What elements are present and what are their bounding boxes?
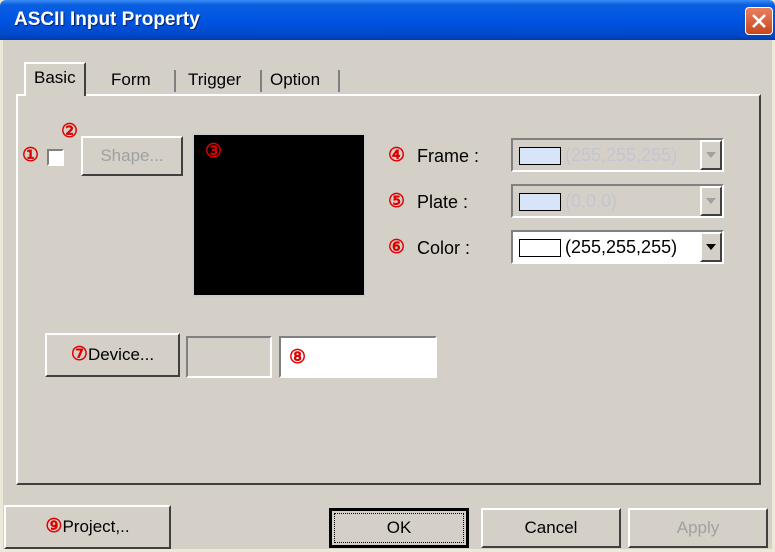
- chevron-down-icon: [706, 152, 716, 158]
- tab-divider: [174, 70, 176, 92]
- color-select[interactable]: (255,255,255): [511, 230, 724, 264]
- device-address-field[interactable]: ⑧: [279, 336, 437, 378]
- dialog-body: Basic Form Trigger Option ① ② Shape... ③…: [3, 40, 772, 549]
- frame-dropdown-button[interactable]: [700, 140, 722, 170]
- device-button-label: Device...: [87, 345, 155, 364]
- tab-form[interactable]: Form: [111, 66, 151, 94]
- shape-button[interactable]: Shape...: [81, 136, 183, 176]
- frame-swatch: [519, 147, 561, 165]
- dialog-window: ASCII Input Property Basic Form Trigger …: [0, 0, 775, 552]
- tab-basic[interactable]: Basic: [24, 62, 86, 96]
- shape-checkbox[interactable]: [47, 149, 64, 166]
- apply-button-label: Apply: [676, 518, 720, 537]
- project-button[interactable]: ⑨Project,..: [4, 505, 171, 549]
- shape-button-label: Shape...: [100, 146, 164, 165]
- marker-1: ①: [22, 145, 40, 166]
- ok-button[interactable]: OK: [329, 508, 469, 548]
- marker-8: ⑧: [289, 347, 307, 368]
- frame-color-select[interactable]: (255,255,255): [511, 138, 724, 172]
- tab-form-label: Form: [111, 70, 151, 89]
- color-swatch: [519, 239, 561, 257]
- cancel-button[interactable]: Cancel: [481, 508, 621, 548]
- marker-2: ②: [61, 121, 79, 142]
- tab-divider: [338, 70, 340, 92]
- frame-label: Frame :: [417, 146, 480, 166]
- marker-4: ④: [388, 145, 406, 166]
- plate-value: (0,0,0): [565, 191, 618, 211]
- ok-button-label: OK: [386, 518, 412, 537]
- plate-swatch: [519, 193, 561, 211]
- plate-color-select[interactable]: (0,0,0): [511, 184, 724, 218]
- frame-value: (255,255,255): [565, 145, 678, 165]
- title-bar[interactable]: ASCII Input Property: [0, 0, 775, 40]
- tab-trigger[interactable]: Trigger: [188, 66, 241, 94]
- tab-trigger-label: Trigger: [188, 70, 242, 89]
- tab-basic-label: Basic: [34, 68, 76, 87]
- plate-label: Plate :: [417, 192, 469, 212]
- window-title: ASCII Input Property: [14, 9, 200, 30]
- color-dropdown-button[interactable]: [700, 232, 722, 262]
- close-icon: [752, 14, 766, 28]
- apply-button[interactable]: Apply: [628, 508, 768, 548]
- tab-option[interactable]: Option: [270, 66, 320, 94]
- tab-divider: [260, 70, 262, 92]
- marker-5: ⑤: [388, 191, 406, 212]
- chevron-down-icon: [706, 244, 716, 250]
- device-type-field[interactable]: [186, 336, 272, 378]
- tab-option-label: Option: [270, 70, 321, 89]
- marker-9: ⑨: [45, 516, 63, 537]
- marker-6: ⑥: [388, 237, 406, 258]
- plate-dropdown-button[interactable]: [700, 186, 722, 216]
- cancel-button-label: Cancel: [524, 518, 578, 537]
- marker-3: ③: [205, 141, 223, 162]
- chevron-down-icon: [706, 198, 716, 204]
- color-label: Color :: [417, 238, 471, 258]
- device-button[interactable]: ⑦Device...: [45, 333, 180, 377]
- color-value: (255,255,255): [565, 237, 678, 257]
- project-button-label: Project,..: [62, 517, 130, 536]
- marker-7: ⑦: [70, 344, 88, 365]
- shape-preview: ③: [192, 133, 366, 297]
- close-button[interactable]: [745, 7, 773, 35]
